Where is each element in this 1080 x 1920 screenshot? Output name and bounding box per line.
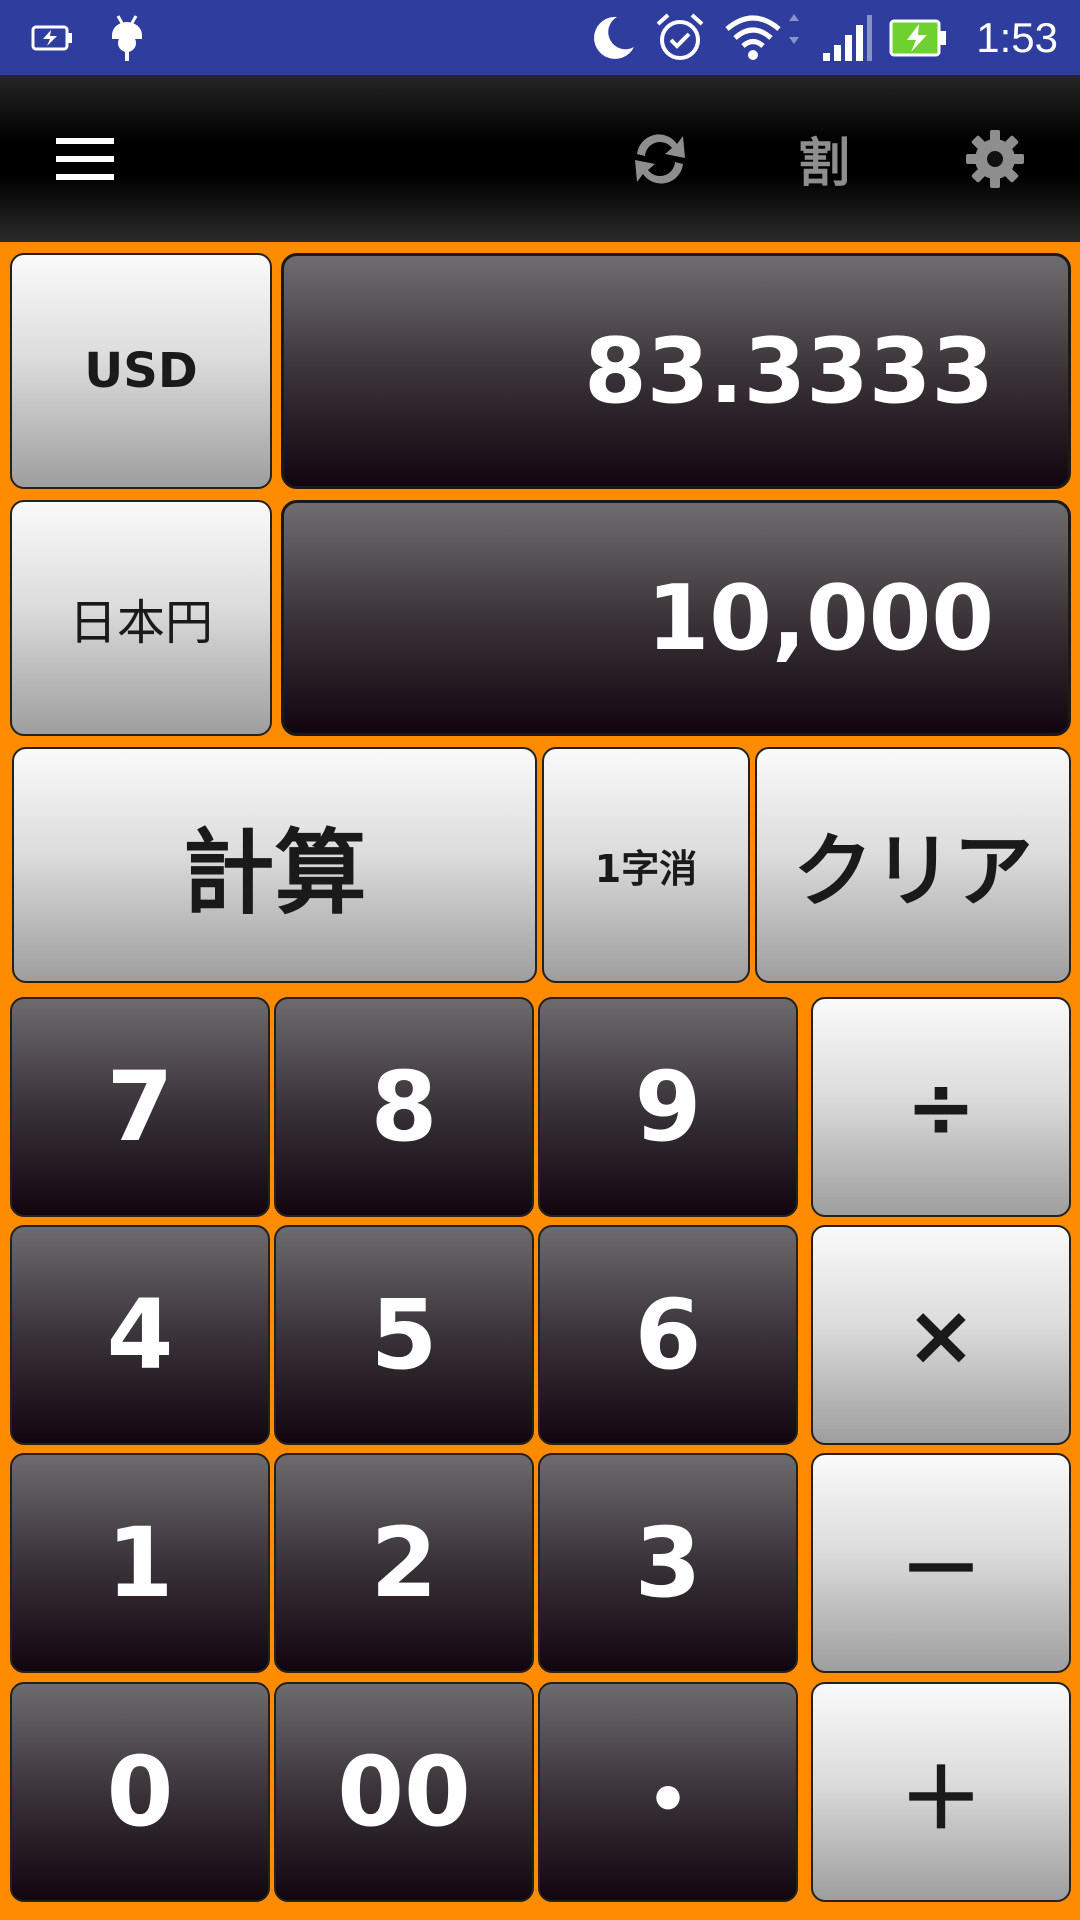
key-5[interactable]: 5 <box>274 1225 534 1445</box>
to-amount-display[interactable]: 10,000 <box>281 500 1071 736</box>
key-decimal[interactable]: ・ <box>538 1682 798 1902</box>
discount-button[interactable]: 割 <box>784 75 864 242</box>
status-bar: 1:53 <box>0 0 1080 75</box>
key-4[interactable]: 4 <box>10 1225 270 1445</box>
key-2[interactable]: 2 <box>274 1453 534 1673</box>
battery-saver-icon <box>28 0 78 75</box>
backspace-button[interactable]: 1字消 <box>542 747 750 983</box>
key-6[interactable]: 6 <box>538 1225 798 1445</box>
key-multiply[interactable]: × <box>811 1225 1071 1445</box>
key-3[interactable]: 3 <box>538 1453 798 1673</box>
to-currency-button[interactable]: 日本円 <box>10 500 272 736</box>
key-00[interactable]: 00 <box>274 1682 534 1902</box>
clear-button[interactable]: クリア <box>755 747 1071 983</box>
battery-charging-icon <box>888 0 950 75</box>
clock-time: 1:53 <box>976 14 1058 61</box>
key-9[interactable]: 9 <box>538 997 798 1217</box>
key-7[interactable]: 7 <box>10 997 270 1217</box>
gear-icon <box>966 129 1024 188</box>
key-0[interactable]: 0 <box>10 1682 270 1902</box>
from-currency-button[interactable]: USD <box>10 253 272 489</box>
settings-button[interactable] <box>955 75 1035 242</box>
key-1[interactable]: 1 <box>10 1453 270 1673</box>
wifi-icon <box>722 0 802 75</box>
key-plus[interactable]: ＋ <box>811 1682 1071 1902</box>
signal-icon <box>818 0 874 75</box>
moon-icon <box>585 0 639 75</box>
key-8[interactable]: 8 <box>274 997 534 1217</box>
swap-currency-button[interactable] <box>620 75 700 242</box>
from-amount-display[interactable]: 83.3333 <box>281 253 1071 489</box>
key-divide[interactable]: ÷ <box>811 997 1071 1217</box>
menu-icon <box>56 137 114 180</box>
swap-icon <box>635 133 685 184</box>
calculate-button[interactable]: 計算 <box>12 747 537 983</box>
android-debug-icon <box>105 0 149 75</box>
alarm-icon <box>652 0 708 75</box>
key-minus[interactable]: － <box>811 1453 1071 1673</box>
app-toolbar: 割 <box>0 75 1080 242</box>
menu-button[interactable] <box>40 75 130 242</box>
